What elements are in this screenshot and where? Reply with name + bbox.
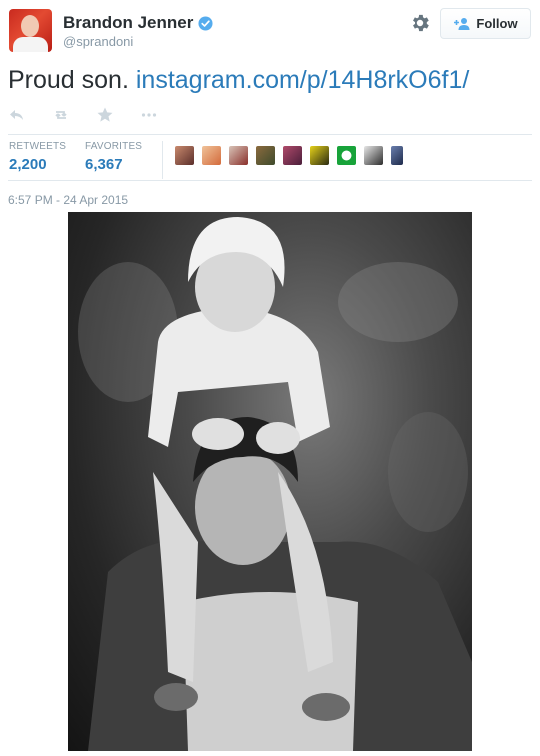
favoriter-avatar[interactable]: [337, 146, 356, 165]
tweet-timestamp[interactable]: 6:57 PM - 24 Apr 2015: [8, 193, 128, 207]
favorite-icon[interactable]: [96, 106, 114, 124]
display-name-text[interactable]: Brandon Jenner: [63, 13, 193, 33]
profile-avatar[interactable]: [9, 9, 52, 52]
favorites-label: FAVORITES: [85, 141, 143, 152]
favoriter-avatars: [175, 146, 411, 165]
user-handle[interactable]: @sprandoni: [63, 34, 133, 49]
retweets-label: RETWEETS: [9, 141, 67, 152]
add-user-icon: [454, 17, 470, 30]
follow-button[interactable]: Follow: [440, 8, 531, 39]
favoriter-avatar[interactable]: [256, 146, 275, 165]
more-icon[interactable]: [140, 106, 158, 124]
divider-bottom: [8, 180, 532, 181]
favorites-stat[interactable]: FAVORITES 6,367: [85, 141, 142, 173]
retweet-icon[interactable]: [52, 106, 70, 124]
retweets-stat[interactable]: RETWEETS 2,200: [9, 141, 66, 173]
tweet-actions: [8, 106, 184, 124]
display-name[interactable]: Brandon Jenner: [63, 13, 213, 33]
verified-badge-icon: [198, 15, 213, 31]
favoriter-avatar[interactable]: [310, 146, 329, 165]
retweets-count[interactable]: 2,200: [9, 156, 66, 173]
tweet-body: Proud son.: [8, 66, 136, 94]
photo-illustration: [78, 217, 472, 751]
gear-icon[interactable]: [409, 12, 431, 34]
tweet-link[interactable]: instagram.com/p/14H8rkO6f1/: [136, 66, 469, 94]
favoriter-avatar[interactable]: [283, 146, 302, 165]
favoriter-avatar[interactable]: [229, 146, 248, 165]
tweet-photo[interactable]: [68, 212, 472, 751]
reply-icon[interactable]: [8, 106, 26, 124]
divider-top: [8, 134, 532, 135]
favoriter-avatar[interactable]: [391, 146, 403, 165]
avatar-face: [21, 15, 39, 37]
favoriter-avatar[interactable]: [202, 146, 221, 165]
tweet-text: Proud son. instagram.com/p/14H8rkO6f1/: [8, 66, 469, 95]
stats-separator: [162, 141, 163, 179]
favoriter-avatar[interactable]: [175, 146, 194, 165]
avatar-shirt: [13, 37, 48, 52]
favoriter-avatar[interactable]: [364, 146, 383, 165]
follow-label: Follow: [476, 16, 518, 31]
favorites-count[interactable]: 6,367: [85, 156, 142, 173]
